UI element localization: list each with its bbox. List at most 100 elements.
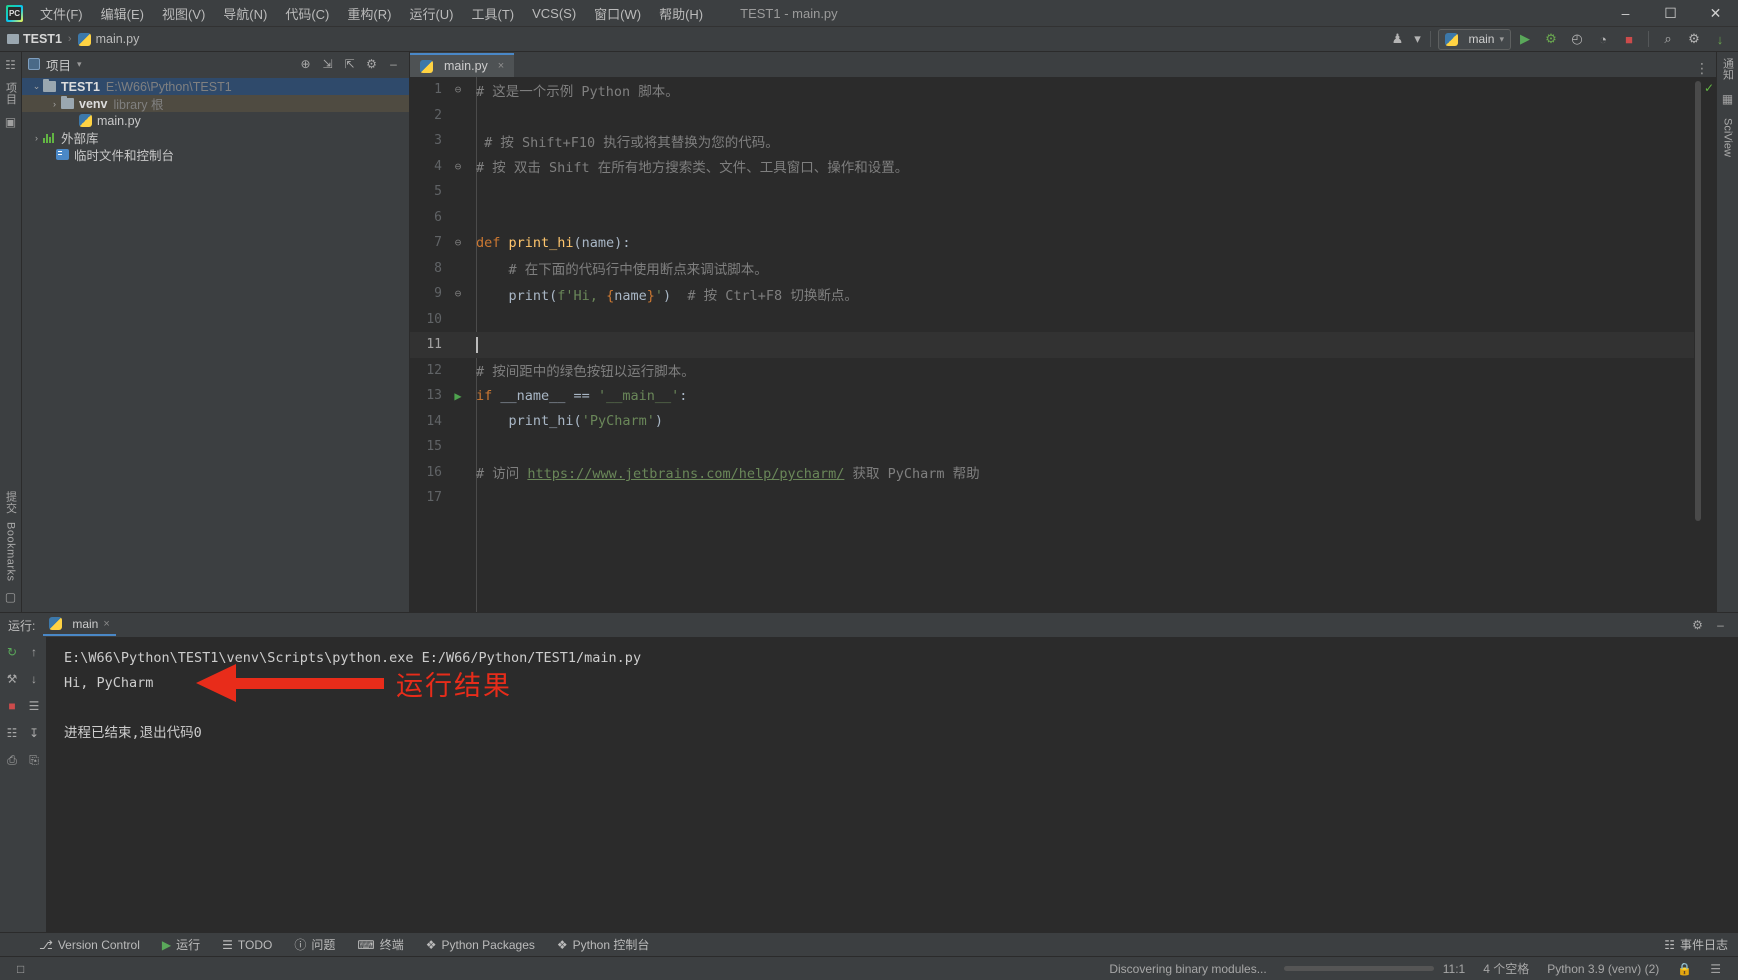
more-options-icon[interactable]: ⋮ xyxy=(1695,60,1710,77)
code-line-4[interactable]: 4 ⊖ # 按 双击 Shift 在所有地方搜索类、文件、工具窗口、操作和设置。 xyxy=(410,154,1694,180)
gutter-run-icon-13[interactable]: ▶ xyxy=(444,389,472,403)
coverage-button[interactable]: ◴ xyxy=(1565,29,1589,50)
lock-icon[interactable]: 🔒 xyxy=(1668,962,1701,976)
menu-run[interactable]: 运行(U) xyxy=(400,0,462,26)
main-menu[interactable]: 文件(F) 编辑(E) 视图(V) 导航(N) 代码(C) 重构(R) 运行(U… xyxy=(31,0,712,26)
gutter-fold-icon-9[interactable]: ⊖ xyxy=(444,287,472,300)
tree-item-test1[interactable]: ⌄ TEST1 E:\W66\Python\TEST1 xyxy=(22,78,409,95)
menu-tools[interactable]: 工具(T) xyxy=(462,0,523,26)
rail-project-label[interactable]: 项目 xyxy=(3,82,19,105)
rail-sciview-label[interactable]: SciView xyxy=(1722,118,1734,157)
gutter-fold-icon-1[interactable]: ⊖ xyxy=(444,83,472,96)
tool-window-problems[interactable]: ⓘ 问题 xyxy=(283,933,346,956)
project-view-chevron-icon[interactable]: ▾ xyxy=(77,59,82,70)
select-opened-file-icon[interactable]: ⊕ xyxy=(296,55,315,74)
tool-window-terminal[interactable]: ⌨ 终端 xyxy=(346,933,414,956)
tab-main-py[interactable]: main.py × xyxy=(410,53,515,77)
run-configuration-selector[interactable]: main ▾ xyxy=(1438,28,1511,50)
update-icon[interactable]: ↓ xyxy=(1708,29,1732,50)
code-editor[interactable]: 1 ⊖ # 这是一个示例 Python 脚本。 2 3 # 按 Shift+F10 执行… xyxy=(410,77,1694,612)
breadcrumb-file[interactable]: main.py xyxy=(96,32,140,46)
notifications-icon[interactable]: ☰ xyxy=(1701,962,1730,976)
tool-window-version-control[interactable]: ⎇ Version Control xyxy=(28,933,151,956)
tree-item-scratches[interactable]: 临时文件和控制台 xyxy=(22,146,409,163)
debug-button[interactable]: ⚙ xyxy=(1539,29,1563,50)
structure-icon[interactable]: ☷ xyxy=(5,58,16,72)
run-settings-gear-icon[interactable]: ⚙ xyxy=(1688,616,1707,635)
maximize-button[interactable]: ☐ xyxy=(1648,0,1693,26)
console-view-icon[interactable]: ☷ xyxy=(3,724,21,742)
code-line-15[interactable]: 15 xyxy=(410,434,1694,460)
bookmark-icon[interactable]: ▢ xyxy=(5,590,16,604)
hide-panel-icon[interactable]: – xyxy=(384,55,403,74)
code-line-13[interactable]: 13 ▶ if __name__ == '__main__': xyxy=(410,383,1694,409)
tree-item-external-libraries[interactable]: › 外部库 xyxy=(22,129,409,146)
gutter-fold-icon-7[interactable]: ⊖ xyxy=(444,236,472,249)
code-line-9[interactable]: 9 ⊖ print(f'Hi, {name}') # 按 Ctrl+F8 切换断点… xyxy=(410,281,1694,307)
run-tab-main[interactable]: main × xyxy=(43,615,116,636)
expand-all-icon[interactable]: ⇲ xyxy=(318,55,337,74)
interpreter-selector[interactable]: Python 3.9 (venv) (2) xyxy=(1538,962,1668,976)
code-line-5[interactable]: 5 xyxy=(410,179,1694,205)
status-left-icon[interactable]: □ xyxy=(8,962,33,976)
clear-all-icon[interactable]: ⎘ xyxy=(25,751,43,769)
rail-folder-icon[interactable]: ▣ xyxy=(5,115,16,129)
profile-button[interactable]: ◔ xyxy=(1591,29,1615,50)
run-hide-icon[interactable]: – xyxy=(1711,616,1730,635)
caret-position[interactable]: 11:1 xyxy=(1434,962,1474,976)
code-line-8[interactable]: 8 # 在下面的代码行中使用断点来调试脚本。 xyxy=(410,256,1694,282)
code-line-12[interactable]: 12 # 按间距中的绿色按钮以运行脚本。 xyxy=(410,358,1694,384)
pin-icon[interactable]: ⎙ xyxy=(3,751,21,769)
breadcrumb-project[interactable]: TEST1 xyxy=(23,32,62,46)
code-line-16[interactable]: 16 # 访问 https://www.jetbrains.com/help/py… xyxy=(410,460,1694,486)
minimize-button[interactable]: – xyxy=(1603,0,1648,26)
indent-setting[interactable]: 4 个空格 xyxy=(1474,960,1538,977)
menu-code[interactable]: 代码(C) xyxy=(276,0,338,26)
code-line-3[interactable]: 3 # 按 Shift+F10 执行或将其替换为您的代码。 xyxy=(410,128,1694,154)
gutter-fold-icon-4[interactable]: ⊖ xyxy=(444,160,472,173)
window-controls[interactable]: – ☐ ✕ xyxy=(1603,0,1738,26)
settings-gear-icon[interactable]: ⚙ xyxy=(1682,29,1706,50)
breadcrumb[interactable]: TEST1 › main.py xyxy=(7,32,139,46)
tool-window-run[interactable]: ▶ 运行 xyxy=(151,933,211,956)
user-caret-icon[interactable]: ▾ xyxy=(1411,29,1423,50)
tool-window-python-packages[interactable]: ❖ Python Packages xyxy=(415,933,546,956)
user-account-icon[interactable]: ♟ xyxy=(1385,29,1409,50)
run-button[interactable]: ▶ xyxy=(1513,29,1537,50)
rail-notifications-label[interactable]: 通知 xyxy=(1720,58,1736,80)
menu-navigate[interactable]: 导航(N) xyxy=(214,0,276,26)
rerun-icon[interactable]: ↻ xyxy=(3,643,21,661)
code-line-1[interactable]: 1 ⊖ # 这是一个示例 Python 脚本。 xyxy=(410,77,1694,103)
inspection-widget[interactable]: ✓ xyxy=(1702,77,1716,612)
project-panel-title[interactable]: 项目 xyxy=(46,55,71,74)
menu-vcs[interactable]: VCS(S) xyxy=(523,0,585,26)
code-line-11[interactable]: 11 xyxy=(410,332,1694,358)
menu-window[interactable]: 窗口(W) xyxy=(585,0,650,26)
database-icon[interactable]: ▦ xyxy=(1722,92,1733,106)
run-tab-close-icon[interactable]: × xyxy=(103,618,109,630)
scroll-up-icon[interactable]: ↑ xyxy=(25,643,43,661)
code-line-6[interactable]: 6 xyxy=(410,205,1694,231)
tree-item-venv[interactable]: › venv library 根 xyxy=(22,95,409,112)
code-line-17[interactable]: 17 xyxy=(410,485,1694,511)
code-line-14[interactable]: 14 print_hi('PyCharm') xyxy=(410,409,1694,435)
menu-view[interactable]: 视图(V) xyxy=(153,0,214,26)
scroll-end-icon[interactable]: ↧ xyxy=(25,724,43,742)
tool-window-python-console[interactable]: ❖ Python 控制台 xyxy=(546,933,660,956)
chevron-down-icon[interactable]: ⌄ xyxy=(30,81,43,92)
chevron-right-icon-libs[interactable]: › xyxy=(30,133,43,143)
stop-button[interactable]: ■ xyxy=(1617,29,1641,50)
event-log-label[interactable]: 事件日志 xyxy=(1680,936,1728,953)
chevron-down-icon[interactable]: ▾ xyxy=(1499,34,1504,45)
project-settings-gear-icon[interactable]: ⚙ xyxy=(362,55,381,74)
tab-close-icon[interactable]: × xyxy=(498,60,504,72)
close-button[interactable]: ✕ xyxy=(1693,0,1738,26)
soft-wrap-icon[interactable]: ☰ xyxy=(25,697,43,715)
scrollbar-thumb[interactable] xyxy=(1695,81,1701,521)
rail-bookmarks-label[interactable]: Bookmarks xyxy=(5,522,17,582)
code-line-2[interactable]: 2 xyxy=(410,103,1694,129)
menu-file[interactable]: 文件(F) xyxy=(31,0,92,26)
menu-edit[interactable]: 编辑(E) xyxy=(92,0,153,26)
rail-commit-label[interactable]: 提交 xyxy=(3,491,19,514)
menu-help[interactable]: 帮助(H) xyxy=(650,0,712,26)
